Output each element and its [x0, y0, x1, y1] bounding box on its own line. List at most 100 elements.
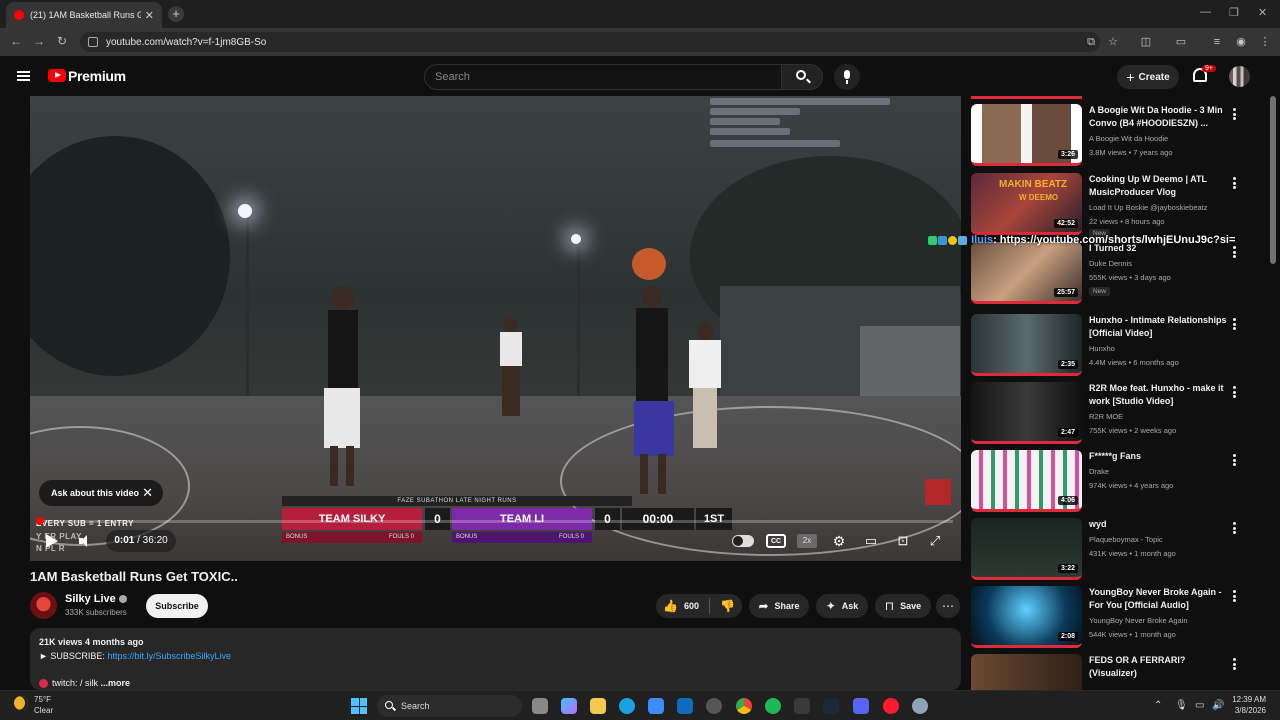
more-vertical-icon[interactable] [1233, 658, 1236, 670]
channel-name[interactable]: Silky Live [65, 593, 127, 605]
save-button[interactable]: ⊓ Save [875, 594, 931, 618]
close-icon[interactable]: ✕ [142, 485, 153, 501]
recommended-video-title[interactable]: Hunxho - Intimate Relationships [Officia… [1089, 314, 1229, 340]
voice-search-icon[interactable] [834, 64, 860, 90]
recommended-video[interactable]: 2:35 Hunxho - Intimate Relationships [Off… [971, 314, 1241, 376]
site-info-icon[interactable] [88, 37, 98, 47]
recommended-video[interactable]: 25:57 I Turned 32 Duke Dennis 555K views • … [971, 242, 1241, 304]
more-vertical-icon[interactable] [1233, 246, 1236, 258]
media-controls-icon[interactable]: ≡ [1210, 35, 1224, 49]
cast-icon[interactable]: ⊡ [893, 532, 913, 550]
share-button[interactable]: ➦ Share [749, 594, 809, 618]
recommended-video[interactable]: 3:26 A Boogie Wit Da Hoodie - 3 Min Convo… [971, 104, 1241, 166]
video-player[interactable]: FAZE SUBATHON LATE NIGHT RUNS TEAM SILKY… [30, 96, 961, 561]
video-thumbnail[interactable]: 25:57 [971, 242, 1082, 304]
app-icon[interactable] [706, 698, 722, 714]
file-explorer-icon[interactable] [590, 698, 606, 714]
video-thumbnail[interactable]: 2:35 [971, 314, 1082, 376]
progress-bar[interactable] [38, 520, 953, 523]
recommended-video-title[interactable]: FEDS OR A FERRARI? (Visualizer) [1089, 654, 1229, 680]
ask-button[interactable]: ✦ Ask [816, 594, 868, 618]
install-app-icon[interactable]: ⧉ [1084, 35, 1098, 49]
profile-icon[interactable]: ◉ [1234, 35, 1248, 49]
network-icon[interactable]: ▭ [1195, 700, 1204, 711]
recommended-channel[interactable]: Load It Up Boskie @jayboskiebeatz [1089, 203, 1208, 212]
recommended-video[interactable]: 3:22 wyd Plaqueboymax - Topic 431K views • … [971, 518, 1241, 580]
store-icon[interactable] [648, 698, 664, 714]
twitch-handle[interactable]: / silk [78, 678, 98, 688]
recommended-channel[interactable]: Plaqueboymax - Topic [1089, 535, 1163, 544]
more-vertical-icon[interactable] [1233, 177, 1236, 189]
brand-label[interactable]: Premium [68, 68, 126, 84]
recommended-video[interactable]: MAKIN BEATZ W DEEMO 42:52 Cooking Up W Deem… [971, 173, 1241, 238]
back-arrow-icon[interactable]: ← [10, 34, 22, 48]
more-vertical-icon[interactable] [1233, 318, 1236, 330]
video-thumbnail[interactable]: 3:22 [971, 518, 1082, 580]
edge-icon[interactable] [619, 698, 635, 714]
subtitles-icon[interactable]: CC [766, 534, 786, 548]
more-vertical-icon[interactable] [1233, 454, 1236, 466]
video-thumbnail[interactable]: 2:47 [971, 382, 1082, 444]
video-thumbnail[interactable]: 2:08 [971, 586, 1082, 648]
recommended-channel[interactable]: A Boogie Wit da Hoodie [1089, 134, 1168, 143]
more-vertical-icon[interactable] [1233, 386, 1236, 398]
more-actions-button[interactable]: ⋯ [936, 594, 960, 618]
reload-icon[interactable]: ↻ [57, 34, 67, 48]
recommended-video-title[interactable]: A Boogie Wit Da Hoodie - 3 Min Convo (B4… [1089, 104, 1229, 130]
taskbar-date[interactable]: 3/8/2026 [1235, 706, 1266, 715]
play-icon[interactable] [46, 534, 58, 548]
new-tab-button[interactable]: + [168, 6, 184, 22]
speaker-icon[interactable]: 🔊 [1212, 700, 1224, 711]
more-vertical-icon[interactable] [1233, 590, 1236, 602]
search-button[interactable] [781, 64, 823, 90]
recommended-video[interactable]: 2:08 YoungBoy Never Broke Again - For You… [971, 586, 1241, 648]
recommended-video[interactable]: 2:47 R2R Moe feat. Hunxho - make it work … [971, 382, 1241, 444]
settings-gear-icon[interactable]: ⚙ [829, 532, 849, 550]
split-view-icon[interactable]: ▭ [1174, 35, 1188, 49]
recommended-video-title[interactable]: YoungBoy Never Broke Again - For You [Of… [1089, 586, 1229, 612]
dislike-icon[interactable]: 👎 [720, 599, 735, 613]
mail-icon[interactable] [677, 698, 693, 714]
discord-icon[interactable] [853, 698, 869, 714]
ask-about-video-chip[interactable]: Ask about this video ✕ [39, 480, 163, 506]
more-vertical-icon[interactable] [1233, 108, 1236, 120]
taskbar-time[interactable]: 12:39 AM [1232, 695, 1266, 704]
like-icon[interactable]: 👍 [663, 599, 678, 613]
recommended-video-title[interactable]: R2R Moe feat. Hunxho - make it work [Stu… [1089, 382, 1229, 408]
channel-avatar[interactable] [30, 592, 57, 619]
extensions-icon[interactable]: ◫ [1139, 35, 1153, 49]
browser-menu-icon[interactable]: ⋮ [1258, 35, 1272, 49]
recommended-video[interactable]: 4:06 F*****g Fans Drake 974K views • 4 year… [971, 450, 1241, 512]
scrubber-handle[interactable] [36, 517, 44, 525]
microphone-icon[interactable]: 🎙 [1175, 700, 1188, 711]
chrome-icon[interactable] [736, 698, 752, 714]
create-button[interactable]: + Create [1117, 65, 1179, 89]
account-avatar[interactable] [1229, 66, 1250, 87]
playback-speed-button[interactable]: 2x [797, 534, 817, 548]
recommended-video-title[interactable]: wyd [1089, 518, 1229, 531]
youtube-logo-icon[interactable] [48, 69, 66, 82]
volume-icon[interactable] [79, 535, 93, 547]
video-thumbnail[interactable]: MAKIN BEATZ W DEEMO 42:52 [971, 173, 1082, 235]
recommended-channel[interactable]: R2R MOE [1089, 412, 1123, 421]
recommended-channel[interactable]: Hunxho [1089, 344, 1115, 353]
minimize-button[interactable]: — [1200, 6, 1211, 18]
recommended-video-title[interactable]: Cooking Up W Deemo | ATL MusicProducer V… [1089, 173, 1229, 199]
tab-close-icon[interactable]: ✕ [145, 9, 154, 22]
theater-mode-icon[interactable]: ▭ [861, 532, 881, 550]
forward-arrow-icon[interactable]: → [33, 34, 45, 48]
settings-icon[interactable] [912, 698, 928, 714]
weather-moon-icon[interactable] [14, 696, 28, 710]
copilot-icon[interactable] [561, 698, 577, 714]
task-view-icon[interactable] [532, 698, 548, 714]
menu-icon[interactable] [17, 71, 30, 81]
browser-tab[interactable]: (21) 1AM Basketball Runs Get T ✕ [6, 2, 162, 28]
opera-icon[interactable] [883, 698, 899, 714]
maximize-button[interactable]: ❐ [1229, 6, 1239, 19]
recommended-channel[interactable]: Drake [1089, 467, 1109, 476]
description-box[interactable]: 21K views 4 months ago ► SUBSCRIBE: http… [30, 628, 961, 690]
bookmark-star-icon[interactable]: ☆ [1106, 35, 1120, 49]
taskbar-search[interactable]: Search [377, 695, 522, 717]
autoplay-toggle[interactable] [732, 535, 754, 547]
recommended-channel[interactable]: YoungBoy Never Broke Again [1089, 616, 1188, 625]
